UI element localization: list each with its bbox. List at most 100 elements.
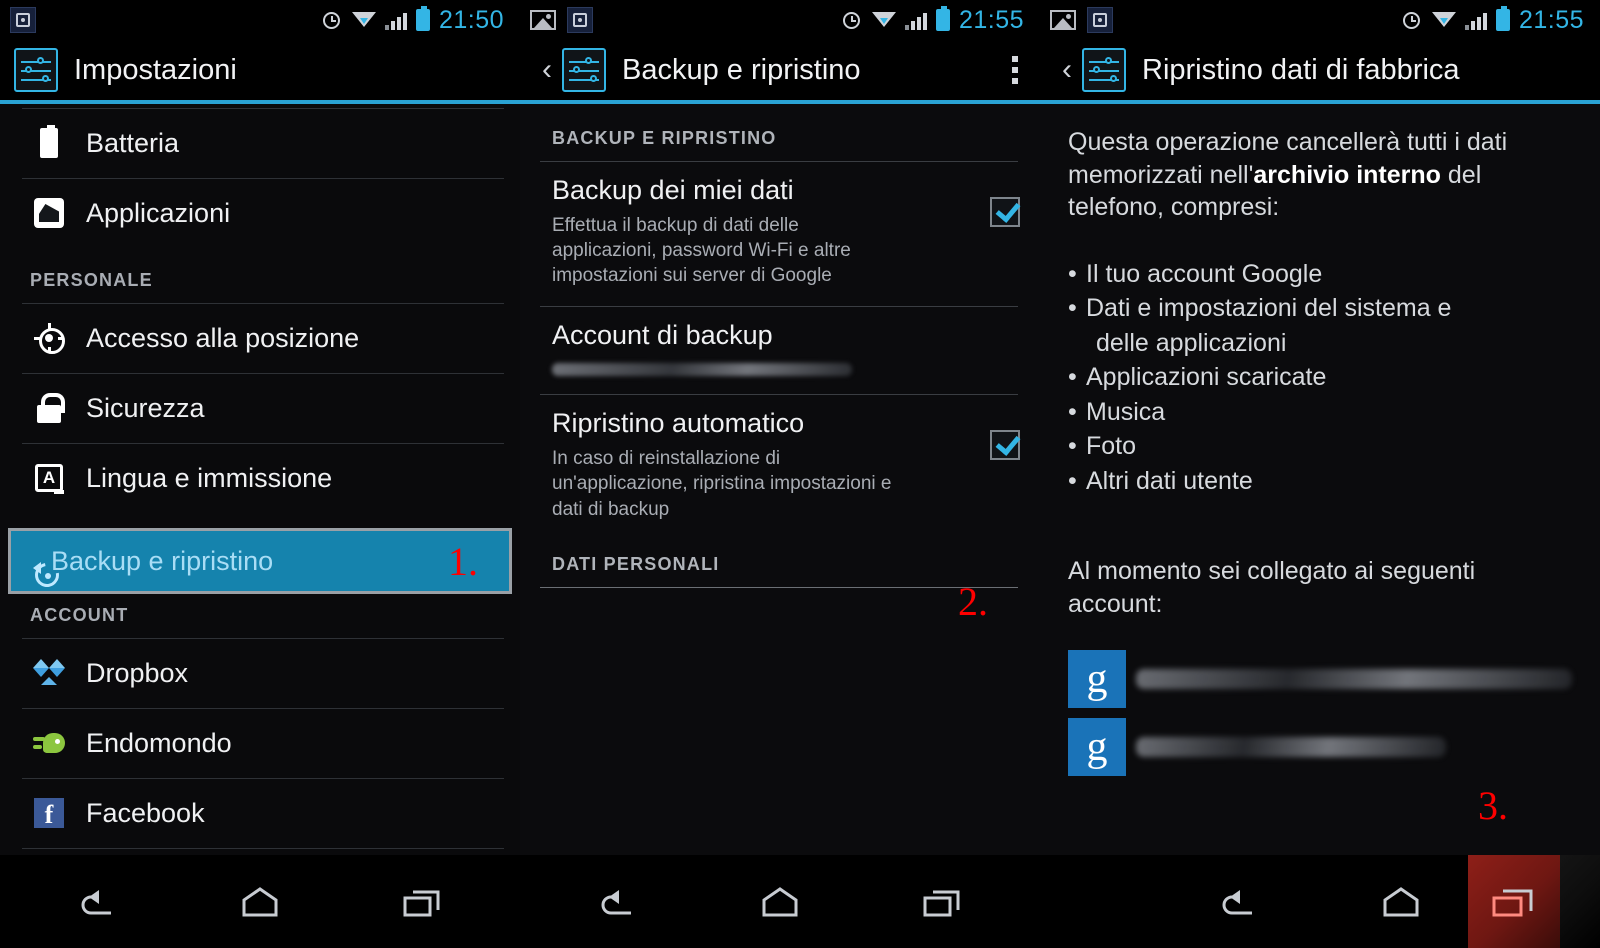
home-icon[interactable] bbox=[1380, 886, 1422, 918]
sidebar-item-applicazioni[interactable]: Applicazioni bbox=[0, 178, 520, 248]
overflow-menu-icon[interactable] bbox=[1012, 56, 1018, 84]
step-marker-3: 3. bbox=[1478, 783, 1508, 828]
redacted-account-email bbox=[1136, 669, 1572, 689]
status-system-icons-2: 21:55 bbox=[841, 5, 1030, 34]
panel-factory-reset: 21:55 ‹ Ripristino dati di fabbrica Ques… bbox=[1040, 0, 1600, 855]
lock-icon bbox=[30, 389, 68, 427]
recents-icon-highlighted[interactable] bbox=[1468, 855, 1560, 948]
settings-sliders-icon bbox=[14, 48, 58, 92]
recents-icon[interactable] bbox=[401, 886, 443, 918]
sidebar-item-partial[interactable] bbox=[0, 848, 520, 855]
section-header-personale: PERSONALE bbox=[30, 270, 153, 290]
nav-group-1 bbox=[0, 855, 520, 948]
pref-title: Account di backup bbox=[552, 320, 773, 351]
row-divider bbox=[22, 638, 504, 639]
action-bar-1: Impostazioni bbox=[0, 40, 520, 100]
apps-android-icon bbox=[30, 194, 68, 232]
settings-sliders-icon bbox=[562, 48, 606, 92]
wifi-icon bbox=[351, 11, 376, 30]
status-notification-icons-2 bbox=[530, 7, 593, 33]
warning-paragraph: Questa operazione cancellerà tutti i dat… bbox=[1068, 126, 1572, 224]
sidebar-item-dropbox[interactable]: Dropbox bbox=[0, 638, 520, 708]
back-icon[interactable] bbox=[1218, 885, 1260, 919]
panel-backup-restore: 21:55 ‹ Backup e ripristino BACKUP E RIP… bbox=[520, 0, 1040, 855]
redacted-account-email bbox=[1136, 737, 1446, 757]
signal-icon bbox=[904, 11, 927, 30]
row-divider bbox=[540, 161, 1018, 162]
battery-icon bbox=[1495, 6, 1510, 31]
signal-icon bbox=[384, 11, 407, 30]
endomondo-icon bbox=[30, 724, 68, 762]
sidebar-item-endomondo[interactable]: Endomondo bbox=[0, 708, 520, 778]
status-system-icons-3: 21:55 bbox=[1401, 5, 1590, 34]
sidebar-item-sicurezza[interactable]: Sicurezza bbox=[0, 373, 520, 443]
pref-summary: In caso di reinstallazione di un'applica… bbox=[552, 448, 892, 520]
page-title-2: Backup e ripristino bbox=[622, 53, 861, 86]
system-navigation-bar bbox=[0, 855, 1600, 948]
pref-title: Ripristino automatico bbox=[552, 408, 805, 439]
sidebar-item-accesso-alla-posizione[interactable]: Accesso alla posizione bbox=[0, 303, 520, 373]
google-g-icon: g bbox=[1068, 718, 1126, 776]
list-item: Applicazioni scaricate bbox=[1068, 361, 1572, 394]
wifi-icon bbox=[1431, 11, 1456, 30]
nav-group-2 bbox=[520, 855, 1040, 948]
screenshot-icon bbox=[1087, 7, 1113, 33]
sidebar-item-label: Lingua e immissione bbox=[86, 462, 333, 493]
facebook-icon: f bbox=[30, 794, 68, 832]
status-notification-icons-1 bbox=[10, 7, 36, 33]
sidebar-item-label: Applicazioni bbox=[86, 197, 231, 228]
home-icon[interactable] bbox=[239, 886, 281, 918]
section-header-backup: BACKUP E RIPRISTINO bbox=[552, 128, 777, 148]
checkbox-backup-dei-miei-dati[interactable] bbox=[990, 197, 1020, 227]
screenshot-icon bbox=[567, 7, 593, 33]
action-bar-2: ‹ Backup e ripristino bbox=[520, 40, 1040, 100]
row-divider bbox=[22, 848, 504, 849]
step-marker-1: 1. bbox=[448, 539, 478, 584]
recents-icon[interactable] bbox=[921, 886, 963, 918]
location-crosshair-icon bbox=[30, 319, 68, 357]
list-item: g bbox=[1068, 718, 1572, 776]
sidebar-item-backup-e-ripristino-highlighted[interactable]: Backup e ripristino bbox=[8, 528, 512, 594]
sidebar-item-facebook[interactable]: f Facebook bbox=[0, 778, 520, 848]
up-chevron-icon[interactable]: ‹ bbox=[1054, 55, 1080, 85]
sidebar-item-lingua-e-immissione[interactable]: A Lingua e immissione bbox=[0, 443, 520, 513]
status-clock-1: 21:50 bbox=[438, 5, 504, 34]
signal-icon bbox=[1464, 11, 1487, 30]
row-divider bbox=[540, 306, 1018, 308]
status-bar-3: 21:55 bbox=[1040, 0, 1600, 40]
row-divider bbox=[22, 778, 504, 779]
back-icon[interactable] bbox=[597, 885, 639, 919]
up-chevron-icon[interactable]: ‹ bbox=[534, 55, 560, 85]
checkbox-ripristino-automatico[interactable] bbox=[990, 430, 1020, 461]
row-divider bbox=[22, 108, 504, 109]
sidebar-item-label: Sicurezza bbox=[86, 392, 205, 423]
sidebar-item-label: Endomondo bbox=[86, 727, 232, 758]
action-bar-3: ‹ Ripristino dati di fabbrica bbox=[1040, 40, 1600, 100]
row-divider bbox=[540, 586, 1018, 588]
pref-ripristino-automatico[interactable]: Ripristino automatico In caso di reinsta… bbox=[520, 394, 1040, 539]
page-title-3: Ripristino dati di fabbrica bbox=[1142, 53, 1460, 86]
factory-reset-body: Questa operazione cancellerà tutti i dat… bbox=[1040, 104, 1600, 776]
nav-group-3 bbox=[1040, 855, 1600, 948]
alarm-icon bbox=[841, 9, 863, 31]
sidebar-item-label: Batteria bbox=[86, 127, 180, 158]
gallery-icon bbox=[530, 10, 556, 30]
row-divider bbox=[22, 303, 504, 304]
list-item: Il tuo account Google bbox=[1068, 258, 1572, 291]
alarm-icon bbox=[1401, 9, 1423, 31]
status-clock-2: 21:55 bbox=[958, 5, 1024, 34]
pref-backup-dei-miei-dati[interactable]: Backup dei miei dati Effettua il backup … bbox=[520, 161, 1040, 306]
back-icon[interactable] bbox=[77, 885, 119, 919]
battery-icon bbox=[30, 124, 68, 162]
sidebar-item-label: Accesso alla posizione bbox=[86, 322, 360, 353]
phone-panels: 21:50 Impostazioni Batteria Applicazioni… bbox=[0, 0, 1600, 855]
list-item: Dati e impostazioni del sistema e bbox=[1068, 292, 1572, 325]
gallery-icon bbox=[1050, 10, 1076, 30]
language-a-icon: A bbox=[30, 459, 68, 497]
status-clock-3: 21:55 bbox=[1518, 5, 1584, 34]
home-icon[interactable] bbox=[759, 886, 801, 918]
settings-sliders-icon bbox=[1082, 48, 1126, 92]
pref-account-di-backup[interactable]: Account di backup bbox=[520, 306, 1040, 394]
sidebar-item-batteria[interactable]: Batteria bbox=[0, 108, 520, 178]
battery-icon bbox=[415, 6, 430, 31]
